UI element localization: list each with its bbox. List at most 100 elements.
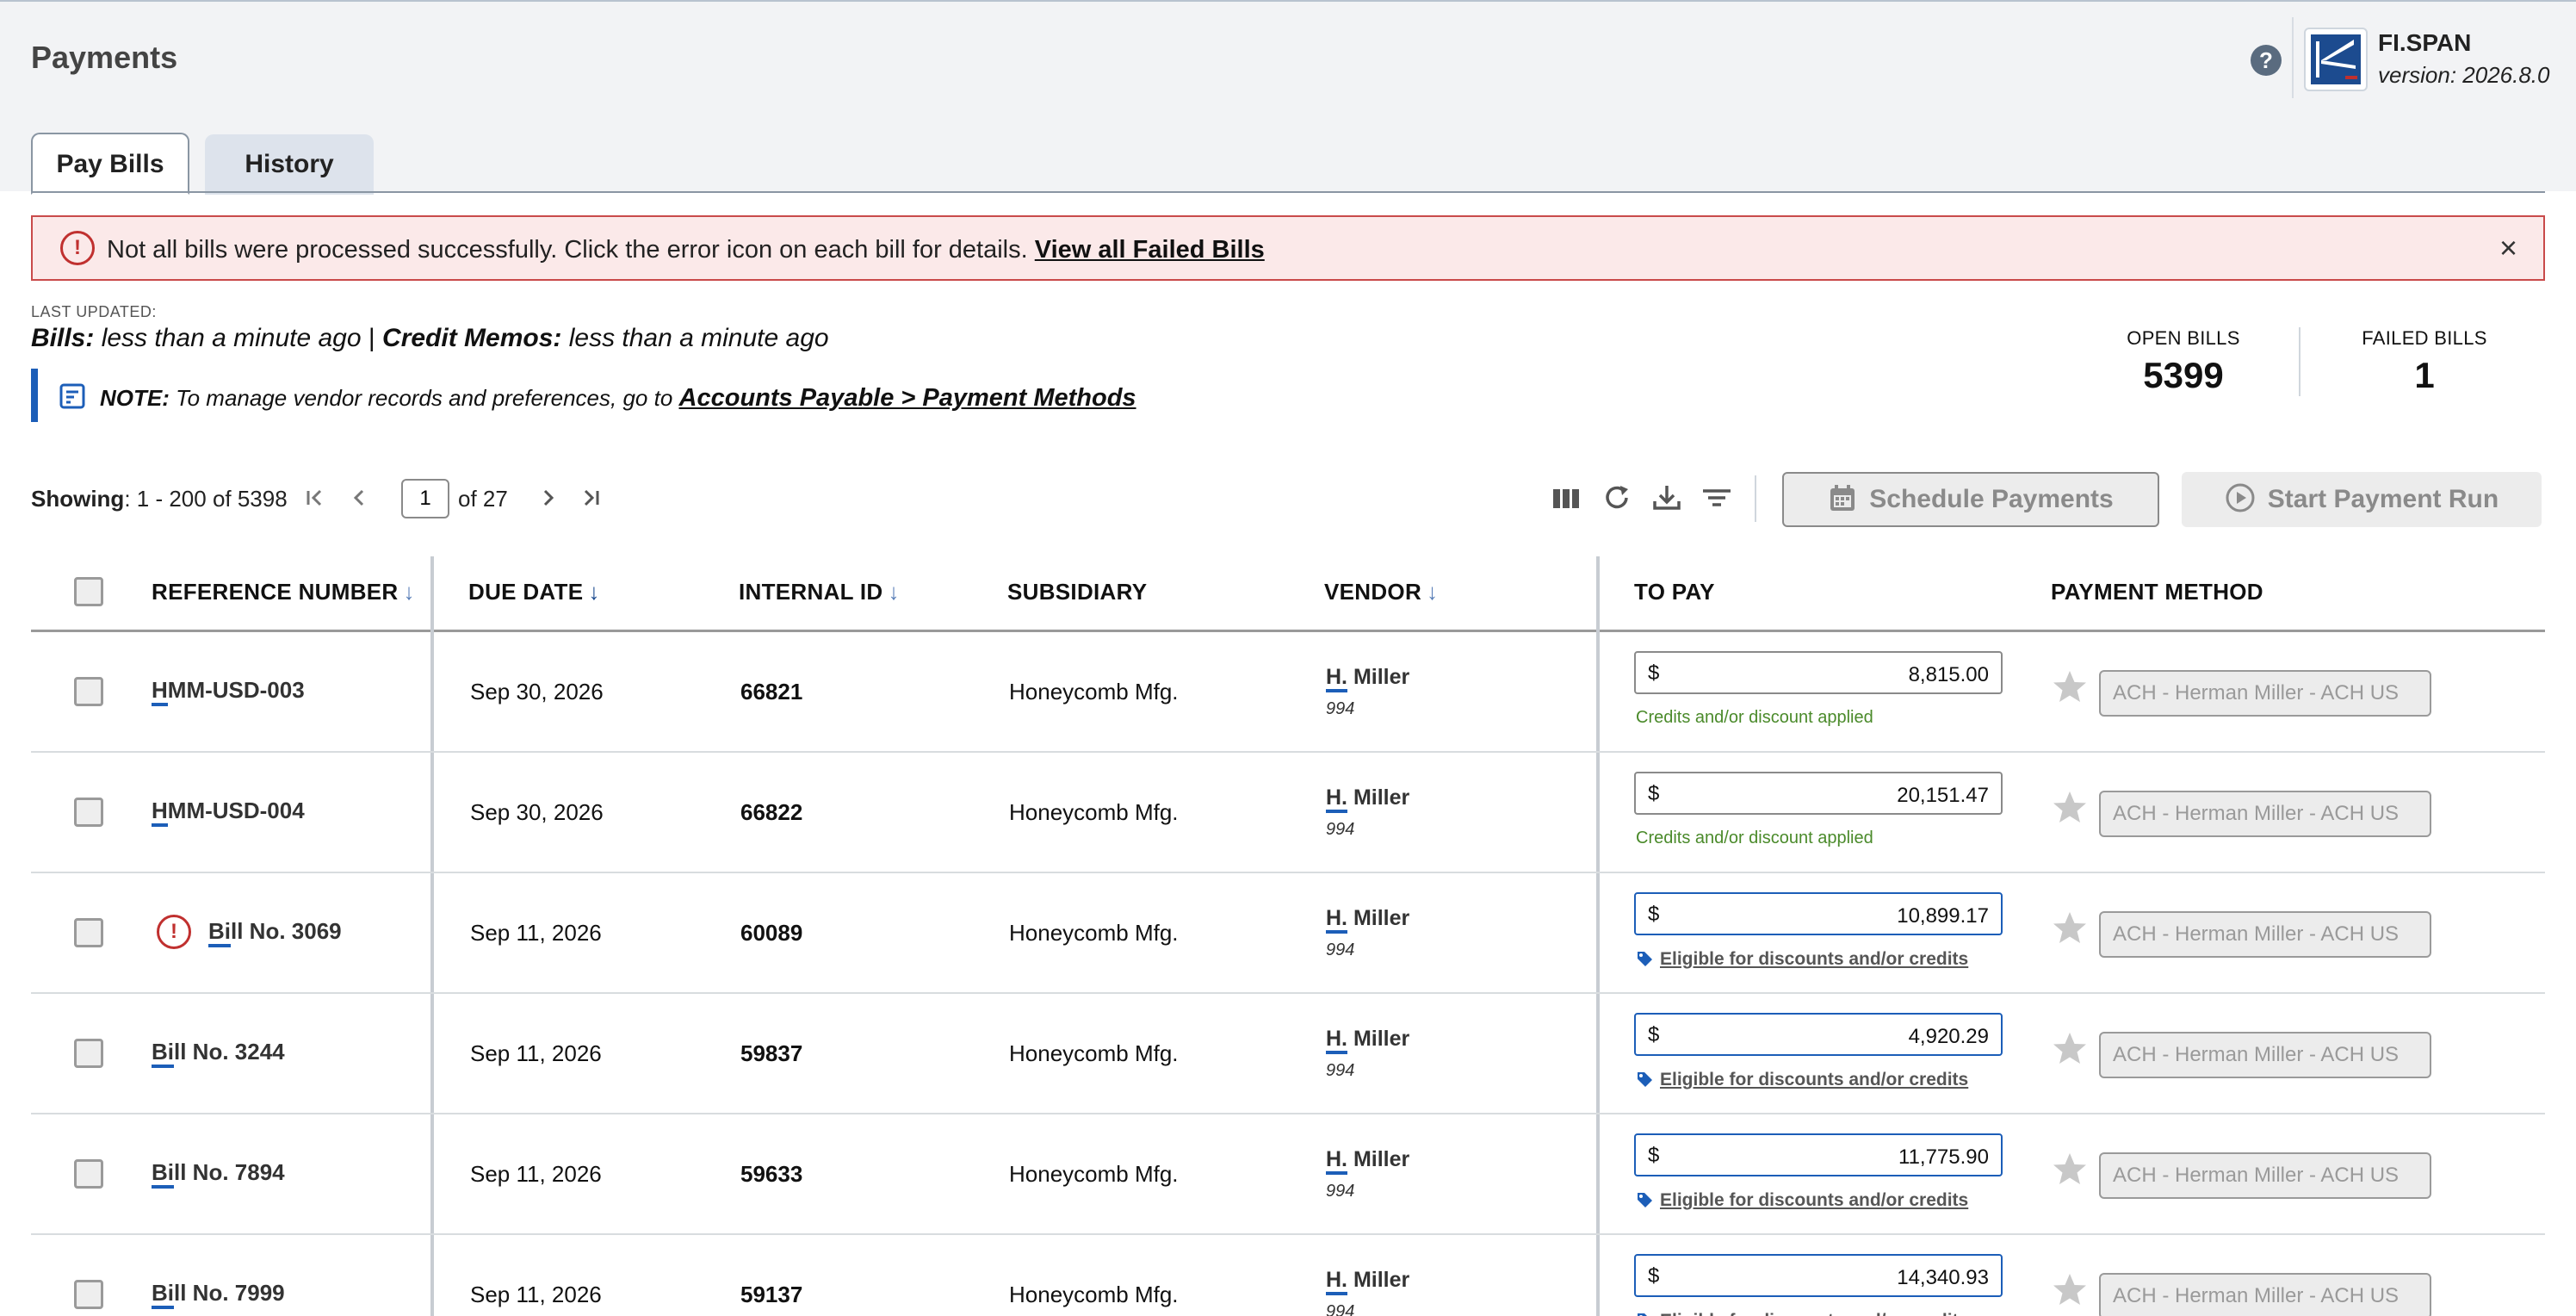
payment-methods-link[interactable]: Accounts Payable > Payment Methods <box>679 384 1136 412</box>
sort-arrow-icon[interactable]: ↓ <box>588 579 599 605</box>
refresh-icon[interactable] <box>1600 479 1634 517</box>
reference-number-link[interactable]: Bill No. 3244 <box>152 1039 285 1068</box>
star-icon[interactable] <box>2051 909 2089 947</box>
star-icon[interactable] <box>2051 1030 2089 1068</box>
sort-arrow-icon[interactable]: ↓ <box>1427 579 1438 605</box>
ref-rest: MM-USD-004 <box>167 798 305 823</box>
to-pay-amount: 11,775.90 <box>1898 1145 1989 1169</box>
select-all-checkbox[interactable] <box>74 577 103 606</box>
filter-icon[interactable] <box>1700 479 1734 517</box>
col-subsidiary[interactable]: SUBSIDIARY <box>1007 579 1147 605</box>
schedule-payments-button[interactable]: Schedule Payments <box>1782 472 2159 527</box>
columns-icon[interactable] <box>1550 479 1584 517</box>
col-to-pay: TO PAY <box>1634 579 1715 605</box>
page-number-input[interactable] <box>401 479 449 518</box>
table-row: HMM-USD-003 Sep 30, 2026 66821 Honeycomb… <box>31 632 2545 753</box>
payment-method-select[interactable]: ACH - Herman Miller - ACH US <box>2099 911 2431 958</box>
vendor-first: H. <box>1326 785 1347 813</box>
showing-label: Showing <box>31 486 125 512</box>
close-icon[interactable]: × <box>2499 233 2517 264</box>
vendor-link[interactable]: H. Miller <box>1326 785 1410 813</box>
vendor-first: H. <box>1326 1147 1347 1175</box>
note-icon <box>59 383 85 409</box>
prev-page-icon[interactable] <box>346 482 372 513</box>
star-icon[interactable] <box>2051 1151 2089 1189</box>
payment-method-select[interactable]: ACH - Herman Miller - ACH US <box>2099 1032 2431 1078</box>
star-icon[interactable] <box>2051 1271 2089 1309</box>
payment-method-select[interactable]: ACH - Herman Miller - ACH US <box>2099 1152 2431 1199</box>
eligible-discounts-link[interactable]: Eligible for discounts and/or credits <box>1636 1070 1968 1090</box>
start-payment-run-button[interactable]: Start Payment Run <box>2182 472 2542 527</box>
due-date: Sep 30, 2026 <box>470 679 604 705</box>
vendor-first: H. <box>1326 1027 1347 1054</box>
next-page-icon[interactable] <box>536 482 561 513</box>
to-pay-input[interactable]: $ 20,151.47 <box>1634 772 2003 815</box>
to-pay-input[interactable]: $ 8,815.00 <box>1634 651 2003 694</box>
star-icon[interactable] <box>2051 668 2089 706</box>
vendor-rest: Miller <box>1347 1147 1410 1171</box>
internal-id: 59633 <box>740 1161 803 1187</box>
help-icon[interactable]: ? <box>2251 45 2282 76</box>
last-page-icon[interactable] <box>579 482 604 513</box>
to-pay-input[interactable]: $ 14,340.93 <box>1634 1254 2003 1297</box>
reference-number-link[interactable]: Bill No. 7999 <box>152 1280 285 1309</box>
error-icon[interactable]: ! <box>157 915 191 949</box>
table-row: ! Bill No. 3069 Sep 11, 2026 60089 Honey… <box>31 873 2545 994</box>
vendor-link[interactable]: H. Miller <box>1326 665 1409 692</box>
reference-number-link[interactable]: HMM-USD-004 <box>152 798 305 827</box>
star-icon[interactable] <box>2051 789 2089 827</box>
tag-icon <box>1638 1072 1652 1087</box>
ref-first: Bi <box>152 1280 174 1309</box>
vendor-link[interactable]: H. Miller <box>1326 1268 1409 1295</box>
currency-symbol: $ <box>1648 903 1660 926</box>
eligible-discounts-link[interactable]: Eligible for discounts and/or credits <box>1636 1311 1968 1316</box>
currency-symbol: $ <box>1648 1264 1660 1288</box>
currency-symbol: $ <box>1648 782 1660 805</box>
to-pay-input[interactable]: $ 10,899.17 <box>1634 892 2003 935</box>
first-page-icon[interactable] <box>301 482 327 513</box>
reference-number-link[interactable]: Bill No. 7894 <box>152 1159 285 1189</box>
row-checkbox[interactable] <box>74 1039 103 1068</box>
vendor-rest: Miller <box>1347 785 1410 810</box>
payment-method-select[interactable]: ACH - Herman Miller - ACH US <box>2099 791 2431 837</box>
row-checkbox[interactable] <box>74 1159 103 1189</box>
failed-bills-label: FAILED BILLS <box>2362 327 2487 349</box>
last-updated-label: LAST UPDATED: <box>31 303 157 320</box>
tag-icon <box>1638 952 1652 966</box>
separator: | <box>368 324 383 352</box>
row-checkbox[interactable] <box>74 918 103 947</box>
credits-applied-note: Credits and/or discount applied <box>1636 829 1873 847</box>
vendor-link[interactable]: H. Miller <box>1326 906 1409 934</box>
col-vendor[interactable]: VENDOR ↓ <box>1324 579 1438 605</box>
tab-pay-bills[interactable]: Pay Bills <box>31 133 189 195</box>
row-checkbox[interactable] <box>74 677 103 706</box>
to-pay-input[interactable]: $ 4,920.29 <box>1634 1013 2003 1056</box>
view-failed-bills-link[interactable]: View all Failed Bills <box>1035 236 1265 264</box>
reference-number-link[interactable]: HMM-USD-003 <box>152 677 305 706</box>
vendor-link[interactable]: H. Miller <box>1326 1027 1409 1054</box>
brand-divider <box>2292 17 2294 98</box>
download-icon[interactable] <box>1650 479 1684 517</box>
to-pay-amount: 20,151.47 <box>1897 784 1989 807</box>
subsidiary: Honeycomb Mfg. <box>1009 1282 1179 1307</box>
eligible-discounts-link[interactable]: Eligible for discounts and/or credits <box>1636 1190 1968 1211</box>
col-internal-id[interactable]: INTERNAL ID ↓ <box>739 579 900 605</box>
tab-history[interactable]: History <box>205 134 374 195</box>
payment-method-select[interactable]: ACH - Herman Miller - ACH US <box>2099 670 2431 717</box>
sort-arrow-icon[interactable]: ↓ <box>403 579 414 605</box>
row-checkbox[interactable] <box>74 1280 103 1309</box>
currency-symbol: $ <box>1648 1023 1660 1046</box>
stat-divider <box>2299 327 2300 396</box>
bills-table: REFERENCE NUMBER ↓ DUE DATE ↓ INTERNAL ID ↓… <box>31 556 2545 1316</box>
brand-version: version: 2026.8.0 <box>2378 62 2550 88</box>
row-checkbox[interactable] <box>74 798 103 827</box>
reference-number-link[interactable]: Bill No. 3069 <box>208 918 342 947</box>
vendor-link[interactable]: H. Miller <box>1326 1147 1410 1175</box>
payment-method-select[interactable]: ACH - Herman Miller - ACH US <box>2099 1273 2431 1316</box>
eligible-discounts-link[interactable]: Eligible for discounts and/or credits <box>1636 949 1968 970</box>
col-reference-number[interactable]: REFERENCE NUMBER ↓ <box>152 579 415 605</box>
to-pay-input[interactable]: $ 11,775.90 <box>1634 1133 2003 1176</box>
col-due-date[interactable]: DUE DATE ↓ <box>468 579 600 605</box>
sort-arrow-icon[interactable]: ↓ <box>889 579 900 605</box>
brand-name: FI.SPAN <box>2378 29 2472 56</box>
